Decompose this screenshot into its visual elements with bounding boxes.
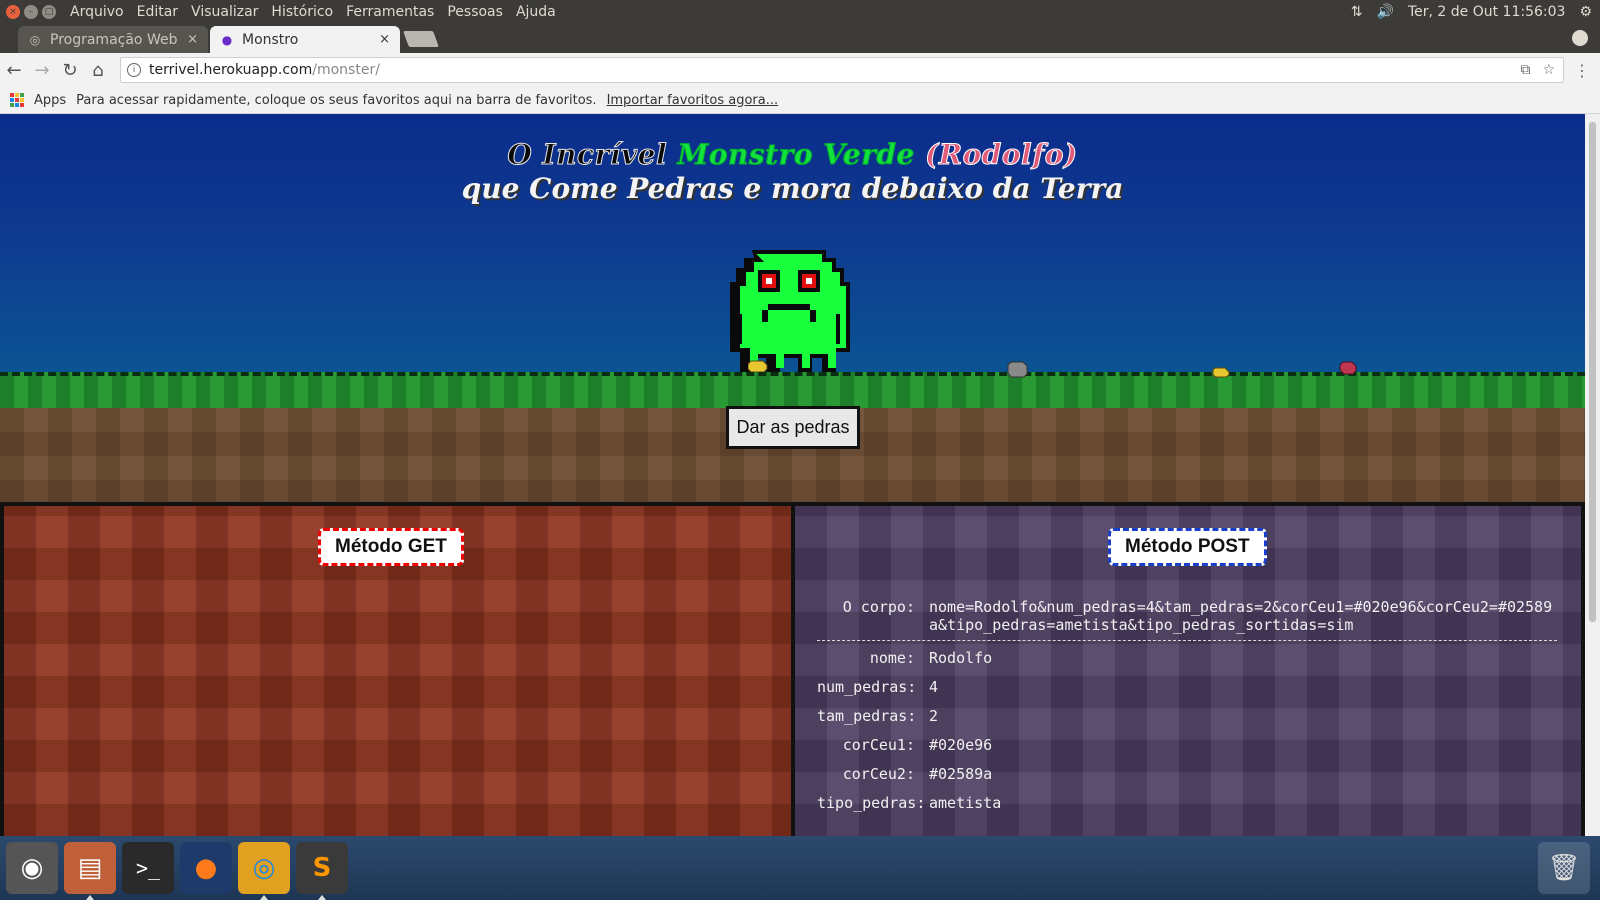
field-key: tam_pedras: [817, 707, 917, 725]
page-scrollbar[interactable] [1585, 114, 1600, 836]
yellow-stone-icon [1212, 367, 1230, 378]
profile-icon[interactable] [1572, 30, 1588, 46]
field-value: 4 [929, 678, 939, 696]
maximize-window-icon[interactable]: □ [42, 5, 56, 19]
firefox-icon[interactable]: ● [180, 842, 232, 894]
field-key: num_pedras: [817, 678, 917, 696]
trash-icon[interactable]: 🗑 [1538, 842, 1590, 894]
tab-label: Programação Web [50, 31, 178, 48]
scrollbar-thumb[interactable] [1589, 122, 1596, 622]
top-panel: × – □ Arquivo Editar Visualizar Históric… [0, 0, 1600, 24]
field-value: 2 [929, 707, 939, 725]
page-subtitle: que Come Pedras e mora debaixo da Terra [461, 172, 1124, 205]
post-field-row: corCeu2: #02589a [817, 765, 1557, 783]
close-tab-icon[interactable]: × [379, 32, 390, 47]
menu-visualizar[interactable]: Visualizar [191, 4, 258, 20]
volume-icon[interactable]: 🔊 [1377, 4, 1394, 20]
close-tab-icon[interactable]: × [187, 32, 198, 47]
page-title: O Incrível Monstro Verde (Rodolfo) [0, 138, 1585, 172]
field-key: nome: [869, 649, 915, 667]
reload-icon[interactable]: ↻ [56, 60, 84, 81]
terminal-icon[interactable]: >_ [122, 842, 174, 894]
chrome-icon[interactable]: ◎ [238, 842, 290, 900]
field-value: ametista [929, 794, 1002, 812]
address-bar[interactable]: i terrivel.herokuapp.com/monster/ ⧉ ☆ [120, 57, 1564, 83]
field-key: corCeu1: [842, 736, 915, 754]
red-stone-icon [1339, 361, 1357, 375]
field-key: corCeu2: [842, 765, 915, 783]
field-value: #020e96 [929, 736, 993, 754]
post-body-label: O corpo: [842, 598, 915, 616]
title-part1: O Incrível [507, 138, 668, 172]
url-path: /monster/ [312, 62, 380, 78]
menu-ferramentas[interactable]: Ferramentas [346, 4, 434, 20]
tab-label: Monstro [242, 31, 299, 48]
post-field-row: corCeu1: #020e96 [817, 736, 1557, 754]
title-part2: Monstro Verde [677, 138, 915, 172]
network-icon[interactable]: ⇅ [1351, 4, 1363, 20]
info-icon[interactable]: i [127, 63, 141, 77]
browser-toolbar: ← → ↻ ⌂ i terrivel.herokuapp.com/monster… [0, 53, 1600, 87]
menu-ajuda[interactable]: Ajuda [516, 4, 556, 20]
post-panel: Método POST O corpo: nome=Rodolfo&num_pe… [795, 506, 1581, 836]
tab-programacao-web[interactable]: ◎ Programação Web × [18, 26, 208, 53]
monster-favicon-icon: ● [221, 32, 233, 47]
give-stones-button[interactable]: Dar as pedras [726, 406, 860, 449]
sublime-text-icon[interactable]: S [296, 842, 348, 900]
post-field-row: tam_pedras: 2 [817, 707, 1557, 725]
bookmark-star-icon[interactable]: ☆ [1542, 62, 1555, 78]
bookmarks-prompt: Para acessar rapidamente, coloque os seu… [76, 92, 597, 108]
url-host: terrivel.herokuapp.com [149, 62, 313, 78]
field-key: tipo_pedras: [817, 794, 926, 812]
forward-arrow-icon[interactable]: → [28, 60, 56, 81]
grey-stone-icon [1007, 361, 1028, 378]
menu-historico[interactable]: Histórico [271, 4, 333, 20]
system-indicators: ⇅ 🔊 Ter, 2 de Out 11:56:03 ⚙ [1351, 4, 1592, 20]
ubuntu-logo-icon[interactable]: ◉ [6, 842, 58, 894]
get-method-badge: Método GET [318, 528, 464, 566]
menu-arquivo[interactable]: Arquivo [70, 4, 124, 20]
apps-link[interactable]: Apps [34, 93, 66, 108]
field-value: Rodolfo [929, 649, 993, 667]
file-manager-icon[interactable]: ▤ [64, 842, 116, 900]
green-monster-sprite [730, 250, 850, 372]
post-field-row: nome: Rodolfo [817, 649, 1557, 667]
menu-pessoas[interactable]: Pessoas [447, 4, 503, 20]
minimize-window-icon[interactable]: – [24, 5, 38, 19]
tab-monstro[interactable]: ● Monstro × [210, 26, 400, 53]
yellow-stone-icon [748, 360, 768, 372]
home-icon[interactable]: ⌂ [84, 60, 112, 81]
close-window-icon[interactable]: × [6, 5, 20, 19]
menu-editar[interactable]: Editar [137, 4, 178, 20]
apps-grid-icon[interactable] [10, 93, 24, 107]
clock[interactable]: Ter, 2 de Out 11:56:03 [1408, 4, 1565, 20]
more-menu-icon[interactable]: ⋮ [1574, 61, 1590, 80]
post-body-value: nome=Rodolfo&num_pedras=4&tam_pedras=2&c… [929, 598, 1553, 634]
methods-section: Método GET Método POST O corpo: nome=Rod… [0, 502, 1585, 836]
tab-strip: ◎ Programação Web × ● Monstro × [0, 24, 1600, 53]
field-value: #02589a [929, 765, 993, 783]
translate-icon[interactable]: ⧉ [1520, 62, 1530, 78]
new-tab-button[interactable] [403, 31, 439, 47]
post-field-row: tipo_pedras: ametista [817, 794, 1557, 812]
bookmarks-bar: Apps Para acessar rapidamente, coloque o… [0, 87, 1600, 114]
import-bookmarks-link[interactable]: Importar favoritos agora... [607, 93, 779, 108]
page-viewport: O Incrível Monstro Verde (Rodolfo) que C… [0, 114, 1585, 836]
window-controls: × – □ [6, 5, 56, 19]
globe-icon: ◎ [29, 32, 41, 47]
menu-bar: Arquivo Editar Visualizar Histórico Ferr… [70, 4, 556, 20]
post-data-list: O corpo: nome=Rodolfo&num_pedras=4&tam_p… [817, 598, 1557, 823]
title-part3: (Rodolfo) [925, 138, 1078, 172]
settings-gear-icon[interactable]: ⚙ [1579, 4, 1592, 20]
post-field-row: num_pedras: 4 [817, 678, 1557, 696]
post-body-row: O corpo: nome=Rodolfo&num_pedras=4&tam_p… [817, 598, 1557, 641]
get-panel: Método GET [4, 506, 791, 836]
launcher-dock: ◉ ▤ >_ ● ◎ S 🗑 [0, 836, 1600, 900]
post-method-badge: Método POST [1108, 528, 1267, 566]
back-arrow-icon[interactable]: ← [0, 60, 28, 81]
grass-strip [0, 372, 1585, 408]
